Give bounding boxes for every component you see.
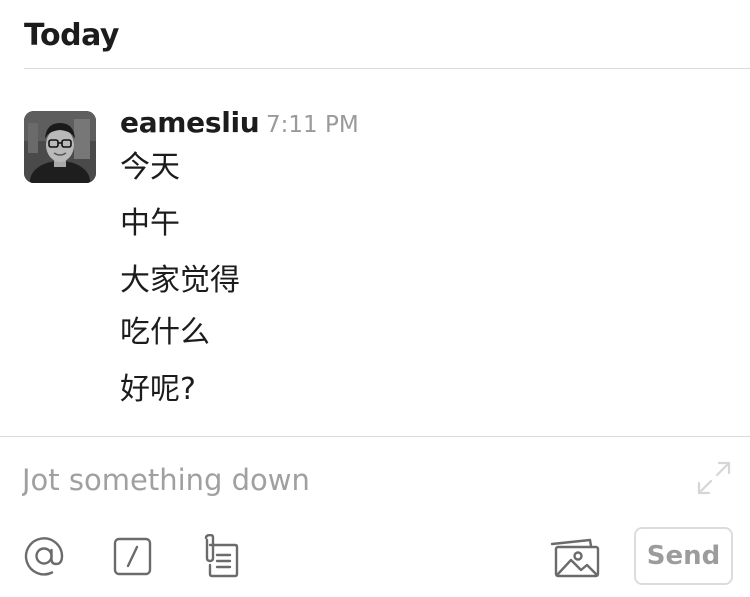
message-line: 今天	[120, 150, 180, 185]
chat-window: Today eamesliu 7:11 PM 今天 中午 大家觉得 吃什么 好呢…	[0, 0, 750, 597]
composer-divider	[0, 436, 750, 437]
avatar[interactable]	[24, 111, 96, 183]
day-divider	[24, 68, 750, 69]
sender-name[interactable]: eamesliu	[120, 106, 260, 139]
message-line: 好呢?	[120, 372, 196, 407]
message-line: 中午	[120, 206, 180, 241]
clip-document-icon[interactable]	[198, 534, 242, 578]
expand-icon[interactable]	[696, 460, 732, 496]
at-sign-icon[interactable]	[22, 534, 66, 578]
avatar-photo	[24, 111, 96, 183]
slash-command-icon[interactable]	[110, 534, 154, 578]
send-button[interactable]: Send	[634, 527, 733, 585]
photos-icon[interactable]	[550, 534, 600, 578]
day-header: Today	[24, 18, 119, 53]
message-timestamp[interactable]: 7:11 PM	[266, 112, 359, 138]
message-line: 大家觉得	[120, 263, 240, 298]
message-line: 吃什么	[120, 315, 210, 350]
message-input[interactable]	[22, 458, 672, 502]
